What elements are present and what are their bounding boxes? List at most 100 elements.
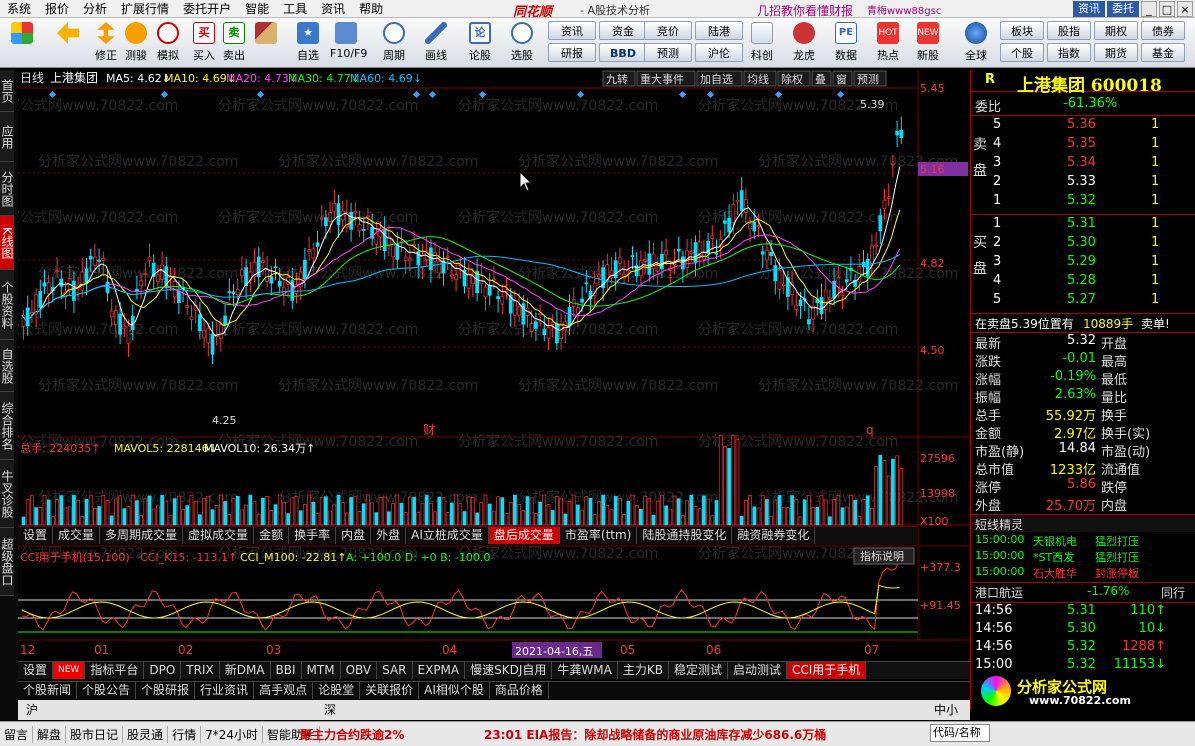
indicator-tab[interactable]: BBI xyxy=(271,662,302,679)
buy-level[interactable]: 2 5.30 1 xyxy=(971,235,1195,253)
market-sh[interactable]: 沪 xyxy=(18,700,46,720)
tb-research[interactable]: 研报 xyxy=(548,43,596,62)
volume-tab[interactable]: 外盘 xyxy=(371,527,407,544)
period-label[interactable]: 日线 xyxy=(20,71,44,85)
nav-super-panel[interactable]: 超级盘口 xyxy=(0,528,14,596)
peer-label[interactable]: 同行 xyxy=(1161,584,1185,601)
menu-item-help[interactable]: 帮助 xyxy=(352,0,390,17)
menu-item-extended[interactable]: 扩展行情 xyxy=(114,0,176,17)
indicator-tab[interactable]: 指标平台 xyxy=(85,662,145,679)
volume-tab[interactable]: 多周期成交量 xyxy=(100,527,184,544)
nav-ranking[interactable]: 综合排名 xyxy=(0,392,14,460)
indicator-tab[interactable]: DPO xyxy=(144,662,182,679)
cycle-button[interactable]: 周期 xyxy=(378,22,410,63)
buy-level[interactable]: 4 5.28 1 xyxy=(971,273,1195,291)
nav-kline[interactable]: K线图 xyxy=(0,216,14,270)
sell-level[interactable]: 5 5.36 1 xyxy=(971,117,1195,135)
menu-item-tools[interactable]: 工具 xyxy=(276,0,314,17)
status-item[interactable]: 7*24小时 xyxy=(201,726,263,743)
nav-diagnosis[interactable]: 牛叉诊股 xyxy=(0,460,14,528)
indicator-tab[interactable]: MTM xyxy=(302,662,341,679)
indicator-tab[interactable]: SAR xyxy=(377,662,413,679)
global-button[interactable]: 全球 xyxy=(960,22,992,63)
new-stock-button[interactable]: NEW 新股 xyxy=(912,22,944,63)
menu-item-system[interactable]: 系统 xyxy=(0,0,38,17)
news-button[interactable]: 资讯 xyxy=(1073,1,1105,17)
menu-item-quote[interactable]: 报价 xyxy=(38,0,76,17)
hammer-button[interactable] xyxy=(250,22,282,47)
volume-tab[interactable]: 融资融券变化 xyxy=(732,527,816,544)
event-marker-finance[interactable]: 财 xyxy=(423,423,435,437)
menu-item-analysis[interactable]: 分析 xyxy=(76,0,114,17)
status-item[interactable]: 股灵通 xyxy=(123,726,169,743)
draw-button[interactable]: 画线 xyxy=(420,22,452,63)
tb-single-stock[interactable]: 个股 xyxy=(1000,43,1044,62)
indicator-tab[interactable]: TRIX xyxy=(181,662,220,679)
volume-tab[interactable]: 虚拟成交量 xyxy=(183,527,255,544)
nav-apps[interactable]: 应用 xyxy=(0,112,14,162)
test-button[interactable]: 测骏 xyxy=(120,22,152,63)
info-tab[interactable]: 论股堂 xyxy=(313,682,361,699)
close-icon[interactable]: × xyxy=(1177,1,1193,17)
tb-shanghai-london[interactable]: 沪伦 xyxy=(695,43,743,62)
tb-fund[interactable]: 基金 xyxy=(1141,43,1185,62)
nav-watchlist[interactable]: 自选股 xyxy=(0,340,14,392)
info-tab[interactable]: AI相似个股 xyxy=(419,682,490,699)
maximize-icon[interactable]: □ xyxy=(1159,1,1175,17)
status-item[interactable]: 股市日记 xyxy=(66,726,124,743)
back-button[interactable] xyxy=(52,22,84,47)
indicator-tab[interactable]: 牛龚WMA xyxy=(552,662,618,679)
info-tab[interactable]: 行业资讯 xyxy=(195,682,255,699)
minimize-icon[interactable]: _ xyxy=(1141,1,1157,17)
indicator-tab[interactable]: 新DMA xyxy=(220,662,271,679)
indicator-tab[interactable]: 启动测试 xyxy=(728,662,787,679)
buy-level[interactable]: 3 5.29 1 xyxy=(971,254,1195,272)
indicator-tab[interactable]: 设置 xyxy=(18,662,54,679)
star-market-button[interactable]: 科创 xyxy=(746,22,778,63)
market-sz[interactable]: 深 xyxy=(316,700,344,720)
volume-tab[interactable]: 市盈率(ttm) xyxy=(560,527,638,544)
promo-link[interactable]: 几招教你看懂财报 xyxy=(757,2,853,19)
info-tab[interactable]: 高手观点 xyxy=(254,682,314,699)
indicator-tab[interactable]: 主力KB xyxy=(618,662,669,679)
sell-button[interactable]: 卖卖出 xyxy=(218,22,250,63)
sell-level[interactable]: 2 5.33 1 xyxy=(971,174,1195,192)
tb-funds[interactable]: 资金 xyxy=(599,21,647,40)
menu-item-info[interactable]: 资讯 xyxy=(314,0,352,17)
search-input[interactable]: 代码/名称 xyxy=(930,724,990,742)
indicator-tab[interactable]: EXPMA xyxy=(413,662,466,679)
tb-hk-connect[interactable]: 陆港 xyxy=(695,21,743,40)
tb-option[interactable]: 期权 xyxy=(1094,21,1138,40)
tb-futures[interactable]: 期货 xyxy=(1094,43,1138,62)
trade-button[interactable]: 委托 xyxy=(1107,1,1139,17)
status-item[interactable]: 解盘 xyxy=(33,726,67,743)
watchlist-button[interactable]: ★ 自选 xyxy=(292,22,324,63)
info-tab[interactable]: 商品价格 xyxy=(490,682,549,699)
hot-button[interactable]: HOT 热点 xyxy=(872,22,904,63)
event-marker-q[interactable]: q xyxy=(866,423,874,437)
simulate-button[interactable]: 模拟 xyxy=(152,22,184,63)
menu-item-trade[interactable]: 委托开户 xyxy=(176,0,238,17)
volume-tab[interactable]: 金额 xyxy=(254,527,290,544)
short-title[interactable]: 短线精灵 xyxy=(975,516,1023,533)
tb-bond[interactable]: 债券 xyxy=(1141,21,1185,40)
volume-tab[interactable]: 设置 xyxy=(18,527,54,544)
menu-item-smart[interactable]: 智能 xyxy=(238,0,276,17)
volume-tab[interactable]: 陆股通持股变化 xyxy=(637,527,733,544)
info-tab[interactable]: 个股新闻 xyxy=(18,682,78,699)
tb-bbd[interactable]: BBD xyxy=(599,43,647,62)
kline-svg[interactable]: 分析家公式网www.70822.com 分析家公式网www.70822.com 分析… xyxy=(0,70,970,660)
discuss-button[interactable]: 论论股 xyxy=(464,22,496,63)
indicator-tab[interactable]: CCI用于手机 xyxy=(786,662,867,679)
status-item[interactable]: 留言 xyxy=(0,726,34,743)
info-tab[interactable]: 个股研报 xyxy=(136,682,196,699)
indicator-tab[interactable]: 稳定测试 xyxy=(669,662,728,679)
data-button[interactable]: PE 数据 xyxy=(830,22,862,63)
market-sme[interactable]: 中小 xyxy=(934,700,958,720)
nav-profile[interactable]: 个股资料 xyxy=(0,270,14,340)
volume-tab[interactable]: 换手率 xyxy=(289,527,337,544)
user-name[interactable]: 青梅www88gsc xyxy=(867,2,941,17)
fix-button[interactable]: 修正 xyxy=(90,22,122,63)
industry-label[interactable]: 港口航运 xyxy=(975,584,1023,601)
status-item[interactable]: 行情 xyxy=(168,726,202,743)
